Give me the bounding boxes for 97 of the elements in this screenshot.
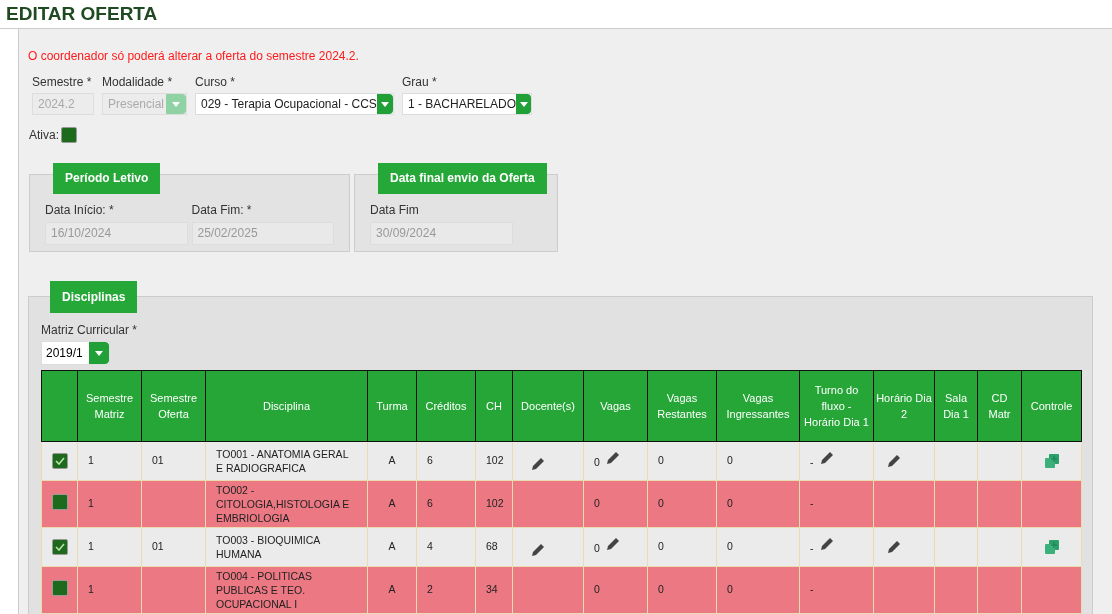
- column-header: Vagas: [583, 370, 648, 442]
- pencil-icon[interactable]: [531, 457, 545, 472]
- date-field[interactable]: 25/02/2025: [191, 222, 334, 245]
- pencil-icon[interactable]: [605, 451, 620, 466]
- table-cell: [141, 480, 206, 528]
- table-cell: 0: [594, 541, 600, 557]
- column-header: [41, 370, 78, 442]
- table-cell: -: [810, 582, 814, 598]
- table-cell: 0: [716, 480, 800, 528]
- pencil-icon[interactable]: [819, 537, 834, 552]
- page-title: EDITAR OFERTA: [6, 1, 158, 26]
- pencil-icon[interactable]: [887, 454, 901, 469]
- table-cell: A: [367, 441, 417, 481]
- table-cell: 102: [475, 441, 513, 481]
- table-cell: 6: [416, 480, 476, 528]
- check-icon: [55, 542, 65, 551]
- table-cell: 6: [416, 441, 476, 481]
- dropdown-caret-icon: [89, 342, 109, 364]
- pencil-icon[interactable]: [819, 451, 834, 466]
- column-header: CD Matr: [977, 370, 1022, 442]
- table-cell: A: [367, 566, 417, 614]
- table-cell: 2: [416, 566, 476, 614]
- column-header: Disciplina: [205, 370, 368, 442]
- checkbox[interactable]: [61, 127, 77, 143]
- copy-add-icon[interactable]: [1044, 454, 1059, 469]
- table-cell: 0: [647, 527, 717, 567]
- table-cell: 0: [716, 566, 800, 614]
- table-cell: -: [810, 541, 814, 557]
- table-cell: 1: [77, 480, 142, 528]
- table-cell: 1: [77, 566, 142, 614]
- field-label: Data Início: *: [45, 202, 115, 219]
- warning-message: O coordenador só poderá alterar a oferta do semestre 2024.2.: [28, 48, 360, 65]
- pencil-icon[interactable]: [887, 540, 901, 555]
- column-header: Semestre Matriz: [77, 370, 142, 442]
- column-header: Semestre Oferta: [141, 370, 206, 442]
- table-cell: 4: [416, 527, 476, 567]
- copy-add-icon[interactable]: [1044, 540, 1059, 555]
- column-header: Sala Dia 1: [934, 370, 978, 442]
- column-header: Controle: [1021, 370, 1082, 442]
- field-label: Data Fim: *: [191, 202, 253, 219]
- table-cell: 0: [594, 496, 600, 512]
- table-cell: A: [367, 527, 417, 567]
- table-cell: 0: [716, 441, 800, 481]
- table-cell: 0: [594, 455, 600, 471]
- table-cell: 102: [475, 480, 513, 528]
- table-cell: -: [810, 455, 814, 471]
- table-cell: TO002 - CITOLOGIA,HISTOLOGIA E EMBRIOLOGIA: [205, 480, 368, 528]
- table-cell: 1: [77, 527, 142, 567]
- field-label: Grau *: [402, 74, 438, 91]
- group-title: Disciplinas: [50, 281, 138, 313]
- column-header: Docente(s): [512, 370, 584, 442]
- group-title: Período Letivo: [53, 163, 161, 194]
- check-icon: [55, 456, 65, 465]
- checkbox[interactable]: [52, 538, 68, 555]
- dropdown-caret-icon: [166, 94, 186, 114]
- checkbox[interactable]: [52, 452, 68, 469]
- table-cell: TO003 - BIOQUIMICA HUMANA: [205, 527, 368, 567]
- ativa-label: Ativa:: [29, 127, 59, 144]
- field-label: Modalidade *: [102, 74, 174, 91]
- table-cell: 01: [141, 527, 206, 567]
- dropdown-caret-icon: [376, 94, 393, 114]
- field-label: Curso *: [195, 74, 236, 91]
- field-label: Data Fim: [370, 202, 420, 219]
- table-cell: 34: [475, 566, 513, 614]
- table-cell: 01: [141, 441, 206, 481]
- table-cell: 0: [594, 582, 600, 598]
- column-header: Turma: [367, 370, 417, 442]
- field-label: Semestre *: [32, 74, 93, 91]
- column-header: Horário Dia 2: [873, 370, 935, 442]
- table-cell: 0: [647, 566, 717, 614]
- table-cell: [141, 566, 206, 614]
- date-field[interactable]: 30/09/2024: [370, 222, 513, 245]
- table-cell: A: [367, 480, 417, 528]
- pencil-icon[interactable]: [605, 537, 620, 552]
- table-cell: -: [810, 496, 814, 512]
- pencil-icon[interactable]: [531, 543, 545, 558]
- column-header: Vagas Ingressantes: [716, 370, 800, 442]
- group-title: Data final envio da Oferta: [378, 163, 547, 194]
- table-cell: TO004 - POLITICAS PUBLICAS E TEO. OCUPACIONAL I: [205, 566, 368, 614]
- table-cell: 0: [647, 441, 717, 481]
- column-header: CH: [475, 370, 513, 442]
- table-cell: TO001 - ANATOMIA GERAL E RADIOGRAFICA: [205, 441, 368, 481]
- column-header: Turno do fluxo - Horário Dia 1: [799, 370, 874, 442]
- column-header: Vagas Restantes: [647, 370, 717, 442]
- table-cell: 1: [77, 441, 142, 481]
- checkbox[interactable]: [52, 579, 68, 596]
- date-field[interactable]: 16/10/2024: [45, 222, 188, 245]
- table-cell: 0: [647, 480, 717, 528]
- column-header: Créditos: [416, 370, 476, 442]
- select-field[interactable]: 2019/1: [41, 341, 110, 365]
- checkbox[interactable]: [52, 493, 68, 510]
- select-field[interactable]: 029 - Terapia Ocupacional - CCS: [195, 93, 394, 115]
- field-label: Matriz Curricular *: [41, 322, 138, 339]
- dropdown-caret-icon: [516, 94, 531, 114]
- table-cell: 0: [716, 527, 800, 567]
- select-field[interactable]: 1 - BACHARELADO: [402, 93, 532, 115]
- table-cell: 68: [475, 527, 513, 567]
